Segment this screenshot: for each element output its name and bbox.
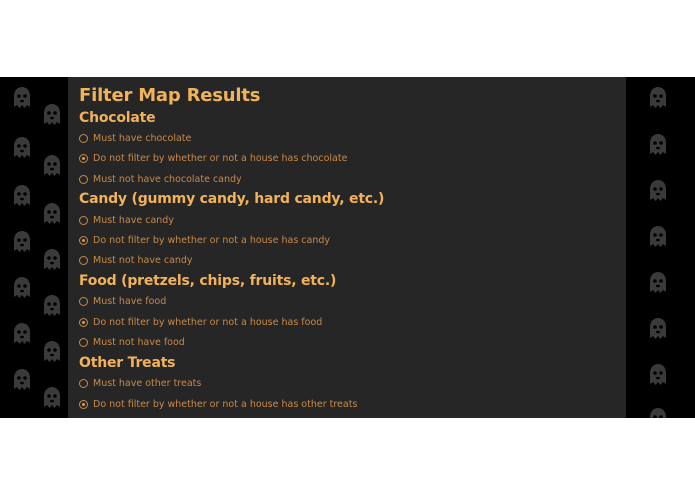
option-label: Must have other treats <box>93 377 202 389</box>
ghost-icon <box>40 293 64 319</box>
radio-option-partial[interactable] <box>79 415 93 418</box>
ghost-icon <box>646 406 670 418</box>
ghost-icon <box>40 339 64 365</box>
radio-checked-icon[interactable] <box>79 153 88 163</box>
ghost-pattern-right <box>626 77 695 418</box>
ghost-icon <box>10 367 34 393</box>
ghost-icon <box>10 135 34 161</box>
radio-checked-icon[interactable] <box>79 399 88 409</box>
radio-option-must-have-chocolate[interactable]: Must have chocolate <box>79 130 191 146</box>
ghost-icon <box>646 132 670 158</box>
ghost-icon <box>646 362 670 388</box>
ghost-icon <box>646 316 670 342</box>
radio-checked-icon[interactable] <box>79 317 88 327</box>
radio-option-must-have-candy[interactable]: Must have candy <box>79 212 174 228</box>
option-label: Must not have chocolate candy <box>93 173 242 185</box>
ghost-icon <box>40 102 64 128</box>
radio-checked-icon[interactable] <box>79 235 88 245</box>
radio-circle-icon[interactable] <box>79 296 88 306</box>
radio-option-no-filter-food[interactable]: Do not filter by whether or not a house … <box>79 314 322 330</box>
radio-circle-icon[interactable] <box>79 174 88 184</box>
radio-option-must-not-have-food[interactable]: Must not have food <box>79 334 185 350</box>
radio-circle-icon[interactable] <box>79 255 88 265</box>
group-heading-candy: Candy (gummy candy, hard candy, etc.) <box>79 191 385 207</box>
radio-circle-icon[interactable] <box>79 378 88 388</box>
radio-circle-icon[interactable] <box>79 337 88 347</box>
ghost-icon <box>646 85 670 111</box>
ghost-icon <box>10 85 34 111</box>
option-label: Must have chocolate <box>93 132 192 144</box>
group-heading-chocolate: Chocolate <box>79 110 156 126</box>
page-title: Filter Map Results <box>79 85 261 106</box>
option-label: Must have candy <box>93 214 174 226</box>
radio-option-must-not-have-chocolate[interactable]: Must not have chocolate candy <box>79 171 242 187</box>
ghost-icon <box>646 224 670 250</box>
radio-circle-icon[interactable] <box>79 133 88 143</box>
ghost-icon <box>40 201 64 227</box>
radio-option-must-have-food[interactable]: Must have food <box>79 293 166 309</box>
ghost-icon <box>10 321 34 347</box>
radio-option-no-filter-other-treats[interactable]: Do not filter by whether or not a house … <box>79 396 357 412</box>
option-label: Must not have candy <box>93 254 193 266</box>
ghost-pattern-left <box>0 77 68 418</box>
radio-option-must-have-other-treats[interactable]: Must have other treats <box>79 375 201 391</box>
radio-circle-icon[interactable] <box>79 215 88 225</box>
ghost-icon <box>10 275 34 301</box>
ghost-icon <box>40 247 64 273</box>
ghost-icon <box>646 270 670 296</box>
ghost-icon <box>40 153 64 179</box>
option-label: Must have food <box>93 295 167 307</box>
option-label: Do not filter by whether or not a house … <box>93 316 323 328</box>
ghost-icon <box>40 385 64 411</box>
option-label: Do not filter by whether or not a house … <box>93 152 348 164</box>
radio-option-no-filter-candy[interactable]: Do not filter by whether or not a house … <box>79 232 330 248</box>
group-heading-food: Food (pretzels, chips, fruits, etc.) <box>79 273 337 289</box>
ghost-icon <box>10 183 34 209</box>
radio-option-no-filter-chocolate[interactable]: Do not filter by whether or not a house … <box>79 150 347 166</box>
option-label: Do not filter by whether or not a house … <box>93 398 358 410</box>
ghost-icon <box>646 178 670 204</box>
option-label: Do not filter by whether or not a house … <box>93 234 331 246</box>
group-heading-other-treats: Other Treats <box>79 355 176 371</box>
radio-option-must-not-have-candy[interactable]: Must not have candy <box>79 252 193 268</box>
option-label: Must not have food <box>93 336 185 348</box>
ghost-icon <box>10 229 34 255</box>
filter-panel: Filter Map Results Chocolate Must have c… <box>68 77 626 418</box>
app-frame: Filter Map Results Chocolate Must have c… <box>0 77 695 418</box>
